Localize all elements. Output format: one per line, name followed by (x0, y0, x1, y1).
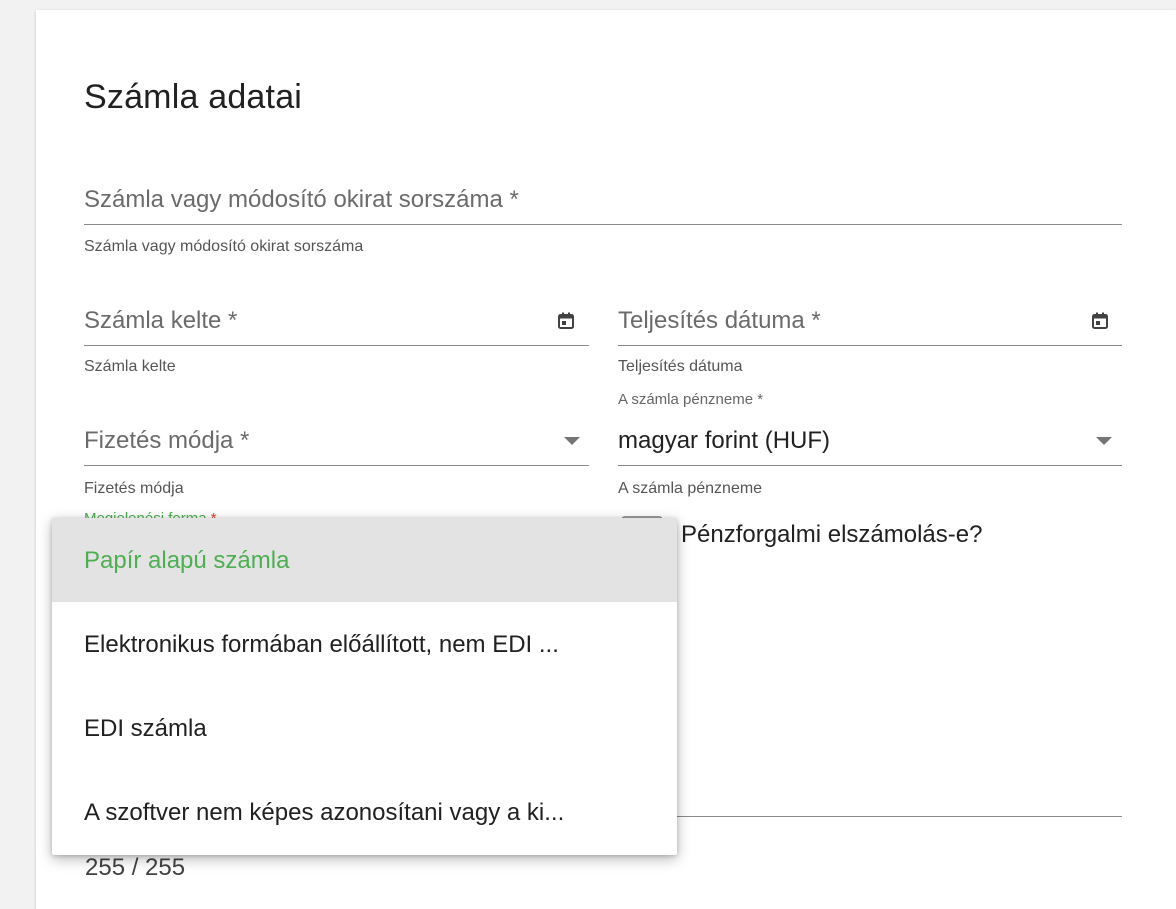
dropdown-option-unknown[interactable]: A szoftver nem képes azonosítani vagy a … (52, 770, 677, 854)
payment-method-select[interactable]: Fizetés módja * (84, 420, 589, 468)
appearance-dropdown-menu: Papír alapú számla Elektronikus formában… (52, 518, 677, 855)
currency-hint: A számla pénzneme (618, 480, 763, 497)
delivery-date-placeholder: Teljesítés dátuma * (618, 307, 821, 334)
invoice-number-hint: Számla vagy módosító okirat sorszáma (84, 238, 364, 255)
invoice-date-underline (84, 345, 589, 346)
text-area-underline (660, 816, 1122, 817)
delivery-date-field[interactable]: Teljesítés dátuma * (618, 300, 1122, 348)
invoice-date-placeholder: Számla kelte * (84, 307, 238, 334)
calendar-icon[interactable] (1091, 312, 1109, 330)
calendar-icon[interactable] (557, 312, 575, 330)
invoice-number-placeholder: Számla vagy módosító okirat sorszáma * (84, 186, 519, 213)
caret-down-icon[interactable] (1096, 437, 1112, 445)
currency-select[interactable]: magyar forint (HUF) (618, 420, 1122, 468)
payment-method-underline (84, 465, 589, 466)
invoice-number-underline (84, 224, 1122, 225)
invoice-date-hint: Számla kelte (84, 358, 176, 375)
dropdown-option-electronic[interactable]: Elektronikus formában előállított, nem E… (52, 602, 677, 686)
currency-underline (618, 465, 1122, 466)
delivery-date-underline (618, 345, 1122, 346)
invoice-number-field[interactable]: Számla vagy módosító okirat sorszáma * (84, 180, 1122, 228)
currency-label: A számla pénzneme * (618, 391, 764, 408)
dropdown-option-edi[interactable]: EDI számla (52, 686, 677, 770)
dropdown-option-paper[interactable]: Papír alapú számla (52, 518, 677, 602)
payment-method-hint: Fizetés módja (84, 480, 184, 497)
character-counter: 255 / 255 (85, 854, 186, 881)
page-title: Számla adatai (84, 78, 303, 116)
invoice-date-field[interactable]: Számla kelte * (84, 300, 589, 348)
payment-method-placeholder: Fizetés módja * (84, 427, 250, 454)
caret-down-icon[interactable] (564, 437, 580, 445)
delivery-date-hint: Teljesítés dátuma (618, 358, 743, 375)
cash-accounting-label: Pénzforgalmi elszámolás-e? (681, 521, 983, 548)
currency-value: magyar forint (HUF) (618, 427, 831, 454)
